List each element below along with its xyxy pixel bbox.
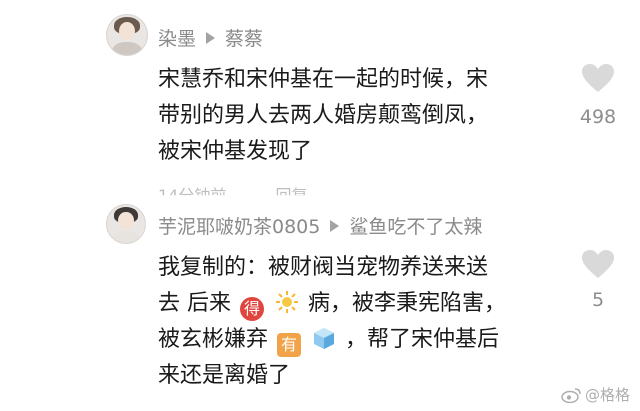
comment-header: 染墨 蔡蔡 — [158, 24, 263, 51]
comment-segment: ，帮了宋仲基后 — [345, 327, 500, 352]
comment-header: 芋泥耶啵奶茶0805 鲨鱼吃不了太辣 — [158, 212, 482, 239]
comment-line: 被玄彬嫌弃 有 ，帮了宋仲基后 — [158, 322, 506, 358]
reply-button[interactable]: 回复 — [275, 186, 307, 195]
like-count: 5 — [591, 289, 605, 311]
comment-meta: 14分钟前 回复 — [158, 182, 351, 205]
heart-icon[interactable] — [581, 249, 615, 279]
comment-segment: 被玄彬嫌弃 — [158, 327, 269, 352]
sun-emoji-icon — [275, 290, 299, 314]
reply-arrow-icon — [206, 31, 216, 44]
comment-line: 宋慧乔和宋仲基在一起的时候，宋 — [158, 67, 489, 92]
comment-segment: 去 后来 — [158, 291, 231, 316]
comment-line: 去 后来 得 病，被李秉宪陷害， — [158, 286, 506, 322]
weibo-logo-icon — [561, 387, 581, 403]
author-name[interactable]: 芋泥耶啵奶茶0805 — [158, 212, 320, 239]
avatar[interactable] — [106, 14, 148, 56]
heart-icon[interactable] — [581, 63, 615, 93]
reply-to-name[interactable]: 鲨鱼吃不了太辣 — [349, 212, 482, 239]
comment-line: 我复制的：被财阀当宠物养送来送 — [158, 255, 489, 280]
watermark: @格格 — [561, 384, 630, 405]
comment-line: 被宋仲基发现了 — [158, 139, 313, 164]
comment-line: 来还是离婚了 — [158, 363, 291, 388]
comment-time: 14分钟前 — [158, 186, 227, 205]
ice-cube-emoji-icon — [312, 326, 336, 350]
reply-to-name[interactable]: 蔡蔡 — [225, 24, 263, 51]
comment-line: 带别的男人去两人婚房颠鸾倒凤， — [158, 103, 489, 128]
de-emoji-icon: 得 — [240, 297, 264, 321]
watermark-text: @格格 — [584, 386, 630, 404]
avatar[interactable] — [106, 204, 146, 244]
comment-text: 我复制的：被财阀当宠物养送来送 去 后来 得 病，被李秉宪陷害， 被玄彬嫌弃 有… — [158, 250, 506, 394]
like-count: 498 — [579, 106, 617, 128]
you-emoji-icon: 有 — [277, 333, 302, 357]
reply-arrow-icon — [330, 219, 340, 232]
comment-text: 宋慧乔和宋仲基在一起的时候，宋 带别的男人去两人婚房颠鸾倒凤， 被宋仲基发现了 — [158, 62, 488, 170]
comment-segment: 病，被李秉宪陷害， — [308, 291, 507, 316]
author-name[interactable]: 染墨 — [158, 24, 196, 51]
